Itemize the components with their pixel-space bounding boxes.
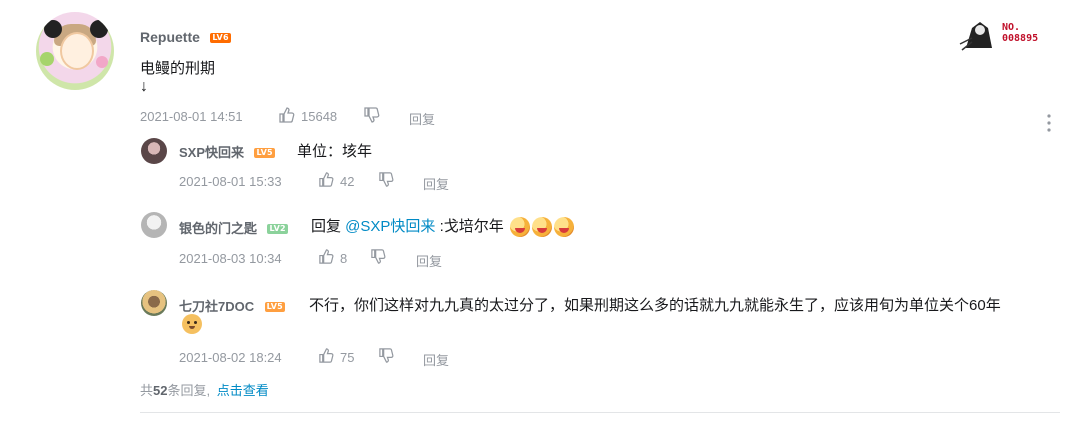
fan-medal: NO. 008895	[958, 14, 1056, 54]
avatar[interactable]	[36, 12, 114, 90]
emoji-icon	[531, 217, 552, 238]
reply-header: 七刀社7DOC LV5	[179, 296, 285, 316]
reply-avatar[interactable]	[141, 212, 167, 238]
divider	[140, 412, 1060, 413]
reply-header: SXP快回来 LV5	[179, 142, 275, 162]
reply-button[interactable]: 回复	[423, 174, 449, 193]
comment-text: 电鳗的刑期	[140, 60, 216, 77]
avatar-face	[60, 32, 94, 70]
view-replies-link[interactable]: 点击查看	[217, 383, 269, 398]
medal-number: 008895	[1002, 33, 1039, 44]
mention-link[interactable]: @SXP快回来	[345, 218, 435, 235]
level-badge: LV5	[264, 301, 285, 312]
reply-time: 2021-08-01 15:33	[179, 174, 282, 189]
comment-text-arrow: ↓	[140, 78, 148, 95]
like-count: 15648	[301, 109, 338, 124]
reply-time: 2021-08-02 18:24	[179, 350, 282, 365]
level-badge: LV6	[210, 32, 231, 43]
reply-button[interactable]: 回复	[416, 251, 442, 270]
reply-prefix: 回复	[311, 218, 346, 235]
level-badge: LV2	[267, 223, 288, 234]
reply-text: 不行，你们这样对九九真的太过分了，如果刑期这么多的话就九九就能永生了，应该用旬为…	[309, 297, 1001, 314]
emoji-icon	[553, 217, 574, 238]
reply-username[interactable]: 七刀社7DOC	[179, 299, 254, 314]
reply-count-prefix: 共	[140, 383, 154, 398]
dog-emoji-icon	[182, 314, 202, 339]
reply-text: 单位：垓年	[297, 143, 373, 160]
avatar-ear-right	[90, 20, 108, 38]
thumbs-down-icon[interactable]	[378, 347, 395, 364]
avatar-flower	[40, 52, 54, 66]
thumbs-up-icon[interactable]	[318, 171, 335, 188]
medal-character-icon	[959, 22, 992, 51]
username[interactable]: Repuette	[140, 29, 200, 45]
comment-time: 2021-08-01 14:51	[140, 109, 243, 124]
thumbs-up-icon[interactable]	[278, 106, 296, 124]
like-count: 75	[340, 350, 355, 365]
reply-count-footer: 共52条回复, 点击查看	[140, 380, 269, 399]
reply-count-suffix: 条回复,	[167, 383, 211, 398]
reply-avatar[interactable]	[141, 138, 167, 164]
thumbs-up-icon[interactable]	[318, 347, 335, 364]
thumbs-down-icon[interactable]	[370, 248, 387, 265]
avatar-ear-left	[44, 20, 62, 38]
level-badge: LV5	[254, 147, 275, 158]
reply-text: :戈培尔年	[435, 218, 504, 235]
reply-text-line: 回复 @SXP快回来 :戈培尔年	[311, 215, 574, 238]
emoji-icon	[509, 217, 530, 238]
thumbs-up-icon[interactable]	[318, 248, 335, 265]
reply-count: 52	[153, 383, 168, 398]
like-count: 42	[340, 174, 355, 189]
thumbs-down-icon[interactable]	[378, 171, 395, 188]
reply-username[interactable]: 银色的门之匙	[179, 221, 257, 236]
reply-avatar[interactable]	[141, 290, 167, 316]
reply-button[interactable]: 回复	[423, 350, 449, 369]
reply-username[interactable]: SXP快回来	[179, 145, 244, 160]
medal-number-prefix: NO.	[1002, 22, 1021, 33]
like-count: 8	[340, 251, 348, 266]
reply-time: 2021-08-03 10:34	[179, 251, 282, 266]
comment-header: Repuette LV6	[140, 29, 231, 47]
more-options-icon[interactable]	[1042, 112, 1056, 134]
thumbs-down-icon[interactable]	[363, 106, 381, 124]
avatar-flower-2	[96, 56, 108, 68]
reply-button[interactable]: 回复	[409, 109, 435, 128]
reply-header: 银色的门之匙 LV2	[179, 218, 288, 238]
